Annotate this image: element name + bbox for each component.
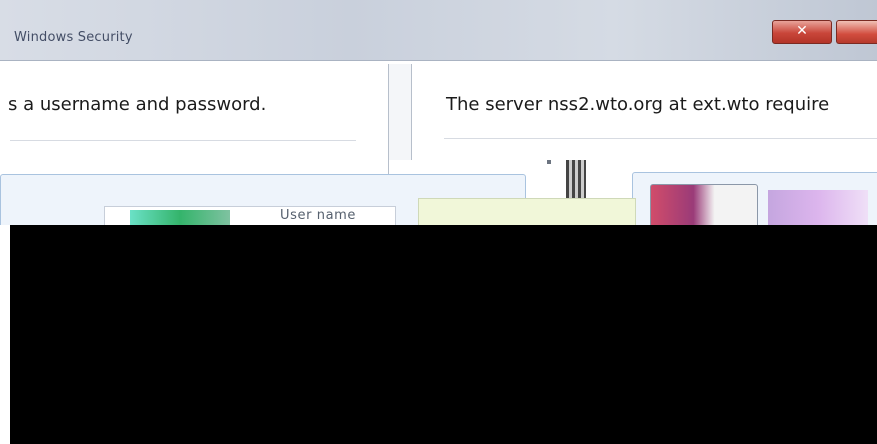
window-title: Windows Security bbox=[14, 30, 133, 45]
separator bbox=[444, 138, 877, 139]
username-input-right[interactable] bbox=[418, 198, 636, 226]
close-icon: ✕ bbox=[796, 23, 808, 39]
close-button-secondary[interactable] bbox=[836, 20, 877, 44]
redacted-region bbox=[10, 225, 877, 444]
user-avatar-icon bbox=[650, 184, 758, 230]
separator bbox=[10, 140, 356, 141]
window-titlebar: Windows Security ✕ bbox=[0, 0, 877, 61]
left-margin-strip bbox=[0, 225, 10, 444]
pane-divider bbox=[389, 64, 412, 160]
dialog-message-right: The server nss2.wto.org at ext.wto requi… bbox=[446, 94, 830, 115]
close-button[interactable]: ✕ bbox=[772, 20, 832, 44]
resize-grip-dot bbox=[547, 160, 551, 164]
username-placeholder: User name bbox=[280, 208, 357, 223]
field-artifact bbox=[130, 210, 230, 226]
user-avatar-image bbox=[768, 190, 868, 226]
dialog-message-left: s a username and password. bbox=[8, 94, 267, 115]
